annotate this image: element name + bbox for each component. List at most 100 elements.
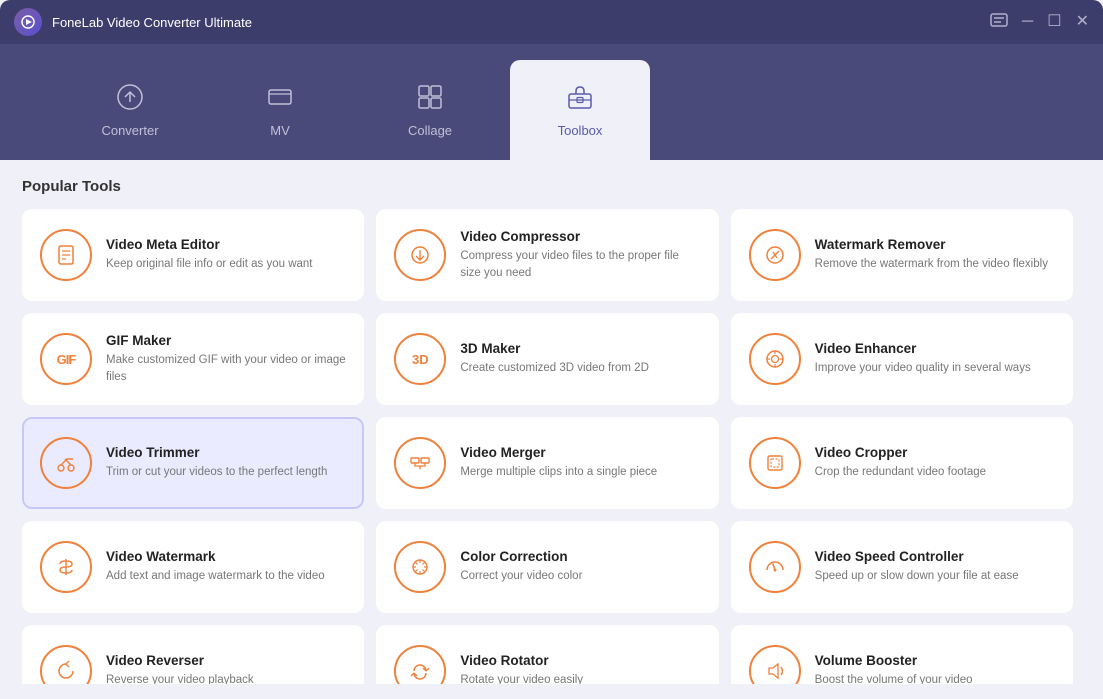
merger-name: Video Merger [460, 445, 657, 460]
app-logo [14, 8, 42, 36]
converter-icon [116, 83, 144, 115]
tool-card-gif[interactable]: GIF GIF Maker Make customized GIF with y… [22, 313, 364, 405]
3d-name: 3D Maker [460, 341, 649, 356]
tool-card-enhancer[interactable]: Video Enhancer Improve your video qualit… [731, 313, 1073, 405]
toolbox-icon [566, 83, 594, 115]
color-desc: Correct your video color [460, 568, 582, 584]
tool-card-trimmer[interactable]: Video Trimmer Trim or cut your videos to… [22, 417, 364, 509]
tab-converter[interactable]: Converter [60, 60, 200, 160]
trimmer-info: Video Trimmer Trim or cut your videos to… [106, 445, 327, 480]
color-icon [394, 541, 446, 593]
wm-remove-icon [749, 229, 801, 281]
watermark-info: Video Watermark Add text and image water… [106, 549, 325, 584]
gif-info: GIF Maker Make customized GIF with your … [106, 333, 346, 384]
enhancer-info: Video Enhancer Improve your video qualit… [815, 341, 1031, 376]
nav-tabs: Converter MV Collage [0, 44, 1103, 160]
tool-card-wm-remove[interactable]: Watermark Remover Remove the watermark f… [731, 209, 1073, 301]
color-info: Color Correction Correct your video colo… [460, 549, 582, 584]
tab-collage-label: Collage [408, 123, 452, 138]
tool-card-merger[interactable]: Video Merger Merge multiple clips into a… [376, 417, 718, 509]
cropper-name: Video Cropper [815, 445, 986, 460]
trimmer-desc: Trim or cut your videos to the perfect l… [106, 464, 327, 480]
section-title: Popular Tools [22, 178, 1081, 195]
tool-card-3d[interactable]: 3D 3D Maker Create customized 3D video f… [376, 313, 718, 405]
cropper-desc: Crop the redundant video footage [815, 464, 986, 480]
tools-grid: Video Meta Editor Keep original file inf… [22, 209, 1081, 684]
color-name: Color Correction [460, 549, 582, 564]
compress-icon [394, 229, 446, 281]
mv-icon [266, 83, 294, 115]
window-controls: ─ ☐ ✕ [990, 13, 1089, 31]
rotator-info: Video Rotator Rotate your video easily [460, 653, 583, 684]
3d-info: 3D Maker Create customized 3D video from… [460, 341, 649, 376]
tab-mv[interactable]: MV [210, 60, 350, 160]
merger-info: Video Merger Merge multiple clips into a… [460, 445, 657, 480]
volume-icon [749, 645, 801, 684]
compress-desc: Compress your video files to the proper … [460, 248, 700, 280]
tool-card-metadata[interactable]: Video Meta Editor Keep original file inf… [22, 209, 364, 301]
volume-name: Volume Booster [815, 653, 973, 668]
3d-desc: Create customized 3D video from 2D [460, 360, 649, 376]
tool-card-compress[interactable]: Video Compressor Compress your video fil… [376, 209, 718, 301]
merger-desc: Merge multiple clips into a single piece [460, 464, 657, 480]
enhancer-icon [749, 333, 801, 385]
tool-card-reverser[interactable]: Video Reverser Reverse your video playba… [22, 625, 364, 684]
speed-desc: Speed up or slow down your file at ease [815, 568, 1019, 584]
tool-card-cropper[interactable]: Video Cropper Crop the redundant video f… [731, 417, 1073, 509]
restore-icon[interactable]: ☐ [1047, 14, 1061, 30]
cropper-info: Video Cropper Crop the redundant video f… [815, 445, 986, 480]
rotator-name: Video Rotator [460, 653, 583, 668]
tool-card-rotator[interactable]: Video Rotator Rotate your video easily [376, 625, 718, 684]
reverser-info: Video Reverser Reverse your video playba… [106, 653, 254, 684]
tool-card-volume[interactable]: Volume Booster Boost the volume of your … [731, 625, 1073, 684]
merger-icon [394, 437, 446, 489]
gif-desc: Make customized GIF with your video or i… [106, 352, 346, 384]
tab-collage[interactable]: Collage [360, 60, 500, 160]
compress-name: Video Compressor [460, 229, 700, 244]
3d-icon: 3D [394, 333, 446, 385]
collage-icon [416, 83, 444, 115]
watermark-icon [40, 541, 92, 593]
tool-card-speed[interactable]: Video Speed Controller Speed up or slow … [731, 521, 1073, 613]
tab-toolbox-label: Toolbox [558, 123, 603, 138]
gif-icon: GIF [40, 333, 92, 385]
reverser-icon [40, 645, 92, 684]
tool-card-color[interactable]: Color Correction Correct your video colo… [376, 521, 718, 613]
tool-card-watermark[interactable]: Video Watermark Add text and image water… [22, 521, 364, 613]
cropper-icon [749, 437, 801, 489]
volume-info: Volume Booster Boost the volume of your … [815, 653, 973, 684]
tab-mv-label: MV [270, 123, 290, 138]
subtitles-icon[interactable] [990, 13, 1008, 31]
rotator-icon [394, 645, 446, 684]
title-bar: FoneLab Video Converter Ultimate ─ ☐ ✕ [0, 0, 1103, 44]
tab-toolbox[interactable]: Toolbox [510, 60, 650, 160]
enhancer-desc: Improve your video quality in several wa… [815, 360, 1031, 376]
speed-icon [749, 541, 801, 593]
enhancer-name: Video Enhancer [815, 341, 1031, 356]
metadata-desc: Keep original file info or edit as you w… [106, 256, 312, 272]
close-icon[interactable]: ✕ [1076, 14, 1089, 30]
compress-info: Video Compressor Compress your video fil… [460, 229, 700, 280]
watermark-name: Video Watermark [106, 549, 325, 564]
reverser-name: Video Reverser [106, 653, 254, 668]
app-title: FoneLab Video Converter Ultimate [52, 15, 990, 30]
tools-row-3: Video Watermark Add text and image water… [22, 521, 1073, 613]
minimize-icon[interactable]: ─ [1022, 14, 1033, 30]
main-content: Popular Tools Video Meta Editor Keep ori… [0, 160, 1103, 699]
trimmer-icon [40, 437, 92, 489]
rotator-desc: Rotate your video easily [460, 672, 583, 684]
tools-row-2: Video Trimmer Trim or cut your videos to… [22, 417, 1073, 509]
speed-name: Video Speed Controller [815, 549, 1019, 564]
tab-converter-label: Converter [101, 123, 158, 138]
wm-remove-name: Watermark Remover [815, 237, 1048, 252]
metadata-icon [40, 229, 92, 281]
gif-name: GIF Maker [106, 333, 346, 348]
watermark-desc: Add text and image watermark to the vide… [106, 568, 325, 584]
metadata-info: Video Meta Editor Keep original file inf… [106, 237, 312, 272]
wm-remove-info: Watermark Remover Remove the watermark f… [815, 237, 1048, 272]
metadata-name: Video Meta Editor [106, 237, 312, 252]
speed-info: Video Speed Controller Speed up or slow … [815, 549, 1019, 584]
tools-row-4: Video Reverser Reverse your video playba… [22, 625, 1073, 684]
trimmer-name: Video Trimmer [106, 445, 327, 460]
volume-desc: Boost the volume of your video [815, 672, 973, 684]
